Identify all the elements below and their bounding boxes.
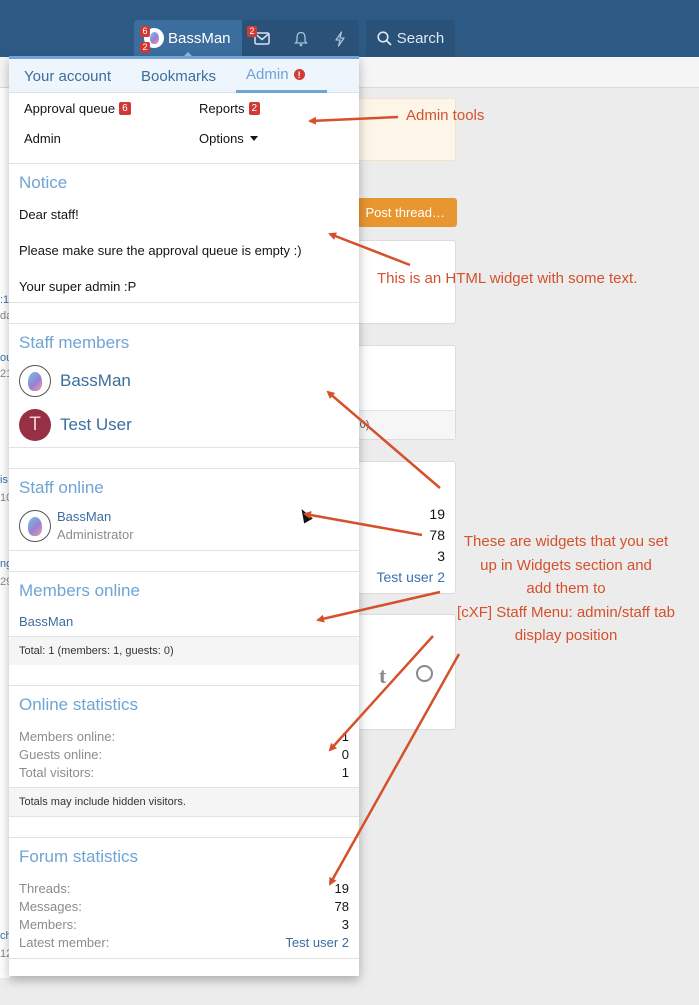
- avatar[interactable]: [19, 510, 51, 542]
- bg-stat-latest-member[interactable]: Test user 2: [377, 569, 445, 585]
- annotation-line: These are widgets that you set: [463, 533, 669, 550]
- tab-your-account[interactable]: Your account: [14, 59, 121, 93]
- bg-text: :1: [0, 294, 10, 306]
- latest-member-link[interactable]: Test user 2: [285, 935, 349, 950]
- staff-online-name[interactable]: BassMan: [57, 509, 111, 524]
- staff-online-title: Staff online: [19, 478, 104, 497]
- username-label: BassMan: [168, 30, 231, 47]
- whatsapp-icon[interactable]: [416, 665, 433, 682]
- bg-stat-threads: 19: [429, 506, 445, 522]
- tumblr-icon[interactable]: t: [379, 663, 386, 689]
- tab-admin-label: Admin: [246, 66, 289, 83]
- alert-icon: !: [293, 69, 305, 80]
- stat-label: Threads:: [19, 881, 71, 896]
- notice-line: Dear staff!: [19, 207, 79, 222]
- avatar-badge-approval: 6: [140, 26, 150, 37]
- stat-row: Members online: 1: [19, 729, 349, 744]
- stat-label: Guests online:: [19, 747, 103, 762]
- menu-tabs: Your account Bookmarks Admin !: [9, 59, 359, 93]
- notice-line: Please make sure the approval queue is e…: [19, 243, 302, 258]
- lightbulb-avatar-icon: [28, 371, 42, 391]
- conversations-button[interactable]: 2: [242, 20, 281, 57]
- reports-label: Reports: [199, 101, 245, 116]
- members-online-widget: Members online BassMan Total: 1 (members…: [9, 571, 359, 665]
- stat-value: 0: [341, 747, 349, 762]
- stat-value: 19: [334, 881, 349, 896]
- annotation-line: add them to: [526, 580, 606, 597]
- caret-down-icon: [249, 136, 258, 141]
- annotation-html-widget: This is an HTML widget with some text.: [377, 270, 638, 287]
- lightning-icon: [334, 30, 345, 47]
- notice-title: Notice: [19, 173, 68, 192]
- stat-row: Total visitors: 1: [19, 765, 349, 780]
- stat-label: Latest member:: [19, 935, 110, 950]
- search-button[interactable]: Search: [366, 20, 455, 57]
- stat-row: Threads: 19: [19, 881, 349, 896]
- members-online-title: Members online: [19, 581, 140, 600]
- stat-label: Members:: [19, 917, 77, 932]
- notice-widget: Notice Dear staff! Please make sure the …: [9, 164, 359, 303]
- annotation-line: display position: [514, 627, 618, 644]
- notice-line: Your super admin :P: [19, 279, 137, 294]
- tab-admin[interactable]: Admin !: [236, 59, 327, 93]
- stat-value: 1: [341, 765, 349, 780]
- stat-row: Latest member: Test user 2: [19, 935, 349, 950]
- account-button[interactable]: 6 2 BassMan: [134, 20, 242, 58]
- annotation-widgets-note: These are widgets that you set up in Wid…: [436, 530, 696, 648]
- stat-value: 78: [334, 899, 349, 914]
- members-online-footer: Total: 1 (members: 1, guests: 0): [9, 636, 359, 665]
- options-dropdown[interactable]: Options: [199, 131, 258, 146]
- admin-link[interactable]: Admin: [24, 131, 61, 146]
- whats-new-button[interactable]: [320, 20, 359, 57]
- stat-row: Guests online: 0: [19, 747, 349, 762]
- lightbulb-avatar-icon: [149, 32, 159, 44]
- alerts-button[interactable]: [281, 20, 320, 57]
- staff-member-name[interactable]: Test User: [60, 415, 132, 435]
- bell-icon: [293, 31, 308, 46]
- forum-statistics-title: Forum statistics: [19, 847, 139, 866]
- bg-text: is: [0, 474, 8, 486]
- approval-queue-link[interactable]: Approval queue 6: [24, 101, 131, 116]
- avatar-badge-reports: 2: [140, 42, 150, 53]
- lightbulb-avatar-icon: [28, 516, 42, 536]
- annotation-admin-tools: Admin tools: [406, 107, 485, 124]
- approval-queue-badge: 6: [119, 102, 131, 115]
- options-label: Options: [199, 131, 244, 146]
- reports-badge: 2: [248, 102, 261, 115]
- stat-label: Members online:: [19, 729, 116, 744]
- online-statistics-title: Online statistics: [19, 695, 139, 714]
- admin-tools: Approval queue 6 Reports 2 Admin Options: [9, 93, 359, 164]
- stat-value: 1: [341, 729, 349, 744]
- annotation-line: [cXF] Staff Menu: admin/staff tab: [457, 603, 675, 621]
- staff-members-title: Staff members: [19, 333, 130, 352]
- search-label: Search: [396, 30, 445, 47]
- staff-members-widget: Staff members BassMan T Test User: [9, 323, 359, 448]
- annotation-line: up in Widgets section and: [480, 556, 652, 574]
- staff-online-role: Administrator: [57, 527, 134, 542]
- forum-statistics-widget: Forum statistics Threads: 19 Messages: 78 …: [9, 837, 359, 959]
- stat-value: 3: [341, 917, 349, 932]
- search-icon: [377, 31, 392, 46]
- avatar[interactable]: [19, 365, 51, 397]
- tab-bookmarks[interactable]: Bookmarks: [131, 59, 226, 93]
- stat-row: Members: 3: [19, 917, 349, 932]
- conversations-badge: 2: [247, 26, 257, 37]
- avatar[interactable]: T: [19, 409, 51, 441]
- stat-label: Total visitors:: [19, 765, 95, 780]
- staff-member-name[interactable]: BassMan: [60, 371, 131, 391]
- approval-queue-label: Approval queue: [24, 101, 116, 116]
- online-statistics-footer: Totals may include hidden visitors.: [9, 787, 359, 816]
- stat-row: Messages: 78: [19, 899, 349, 914]
- online-member-link[interactable]: BassMan: [19, 614, 73, 629]
- reports-link[interactable]: Reports 2: [199, 101, 261, 116]
- user-nav-group: 6 2 BassMan 2: [134, 20, 359, 58]
- search-nav-group: Search: [366, 20, 455, 57]
- stat-label: Messages:: [19, 899, 82, 914]
- online-statistics-widget: Online statistics Members online: 1 Guest…: [9, 685, 359, 817]
